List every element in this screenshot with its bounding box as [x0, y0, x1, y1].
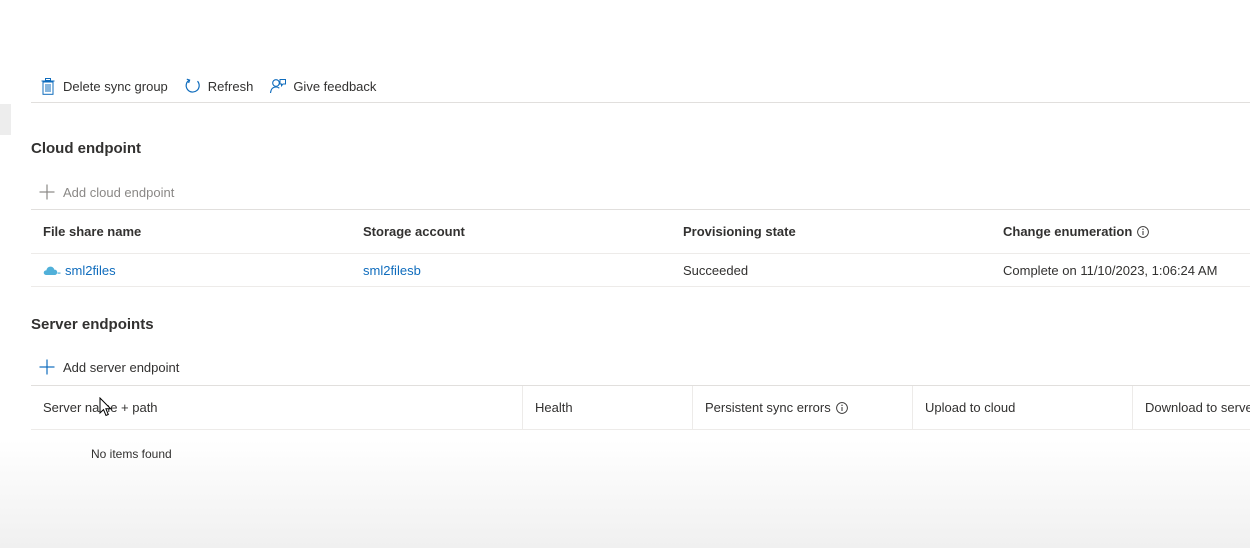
column-header-change-enumeration[interactable]: Change enumeration — [991, 224, 1250, 239]
left-panel-edge — [0, 104, 11, 135]
mouse-cursor-icon — [99, 397, 112, 417]
storage-account-link[interactable]: sml2filesb — [363, 263, 421, 278]
command-bar: Delete sync group Refresh Give feedback — [31, 70, 1250, 103]
info-icon[interactable] — [835, 401, 848, 414]
refresh-button[interactable]: Refresh — [176, 71, 262, 101]
plus-icon — [38, 358, 56, 376]
change-enumeration-label: Change enumeration — [1003, 224, 1133, 239]
server-endpoints-heading: Server endpoints — [31, 316, 154, 333]
trash-icon — [39, 77, 57, 95]
empty-state-message: No items found — [91, 447, 172, 461]
give-feedback-label: Give feedback — [293, 78, 377, 94]
add-server-endpoint-button[interactable]: Add server endpoint — [38, 355, 179, 379]
refresh-icon — [184, 77, 202, 95]
column-header-health[interactable]: Health — [522, 386, 692, 429]
column-header-download-to-server[interactable]: Download to server — [1132, 386, 1250, 429]
server-grid-header: Server name + path Health Persistent syn… — [31, 385, 1250, 430]
table-row: sml2files sml2filesb Succeeded Complete … — [31, 254, 1250, 287]
add-cloud-endpoint-label: Add cloud endpoint — [63, 184, 175, 200]
feedback-icon — [269, 77, 287, 95]
add-server-endpoint-label: Add server endpoint — [63, 359, 180, 375]
server-endpoints-grid: Server name + path Health Persistent syn… — [31, 385, 1250, 430]
refresh-label: Refresh — [207, 78, 254, 94]
info-icon[interactable] — [1137, 225, 1150, 238]
cloud-grid-header: File share name Storage account Provisio… — [31, 209, 1250, 254]
file-share-cell: sml2files — [31, 263, 351, 278]
sync-group-page: Delete sync group Refresh Give feedback — [0, 0, 1250, 548]
file-share-link[interactable]: sml2files — [65, 263, 116, 278]
plus-icon — [38, 183, 56, 201]
persistent-sync-errors-label: Persistent sync errors — [705, 400, 831, 415]
column-header-persistent-sync-errors[interactable]: Persistent sync errors — [692, 386, 912, 429]
column-header-upload-to-cloud[interactable]: Upload to cloud — [912, 386, 1132, 429]
cloud-endpoint-heading: Cloud endpoint — [31, 140, 141, 157]
provisioning-state-cell: Succeeded — [683, 262, 749, 278]
delete-sync-group-label: Delete sync group — [63, 78, 168, 94]
cloud-icon — [43, 265, 61, 276]
add-cloud-endpoint-button[interactable]: Add cloud endpoint — [38, 180, 174, 204]
give-feedback-button[interactable]: Give feedback — [261, 71, 384, 101]
cloud-endpoint-grid: File share name Storage account Provisio… — [31, 209, 1250, 287]
column-header-storage-account[interactable]: Storage account — [351, 224, 671, 239]
storage-account-cell: sml2filesb — [351, 263, 671, 278]
delete-sync-group-button[interactable]: Delete sync group — [31, 71, 176, 101]
column-header-file-share-name[interactable]: File share name — [31, 224, 351, 239]
change-enumeration-cell: Complete on 11/10/2023, 1:06:24 AM — [1003, 262, 1218, 278]
column-header-provisioning-state[interactable]: Provisioning state — [671, 224, 991, 239]
